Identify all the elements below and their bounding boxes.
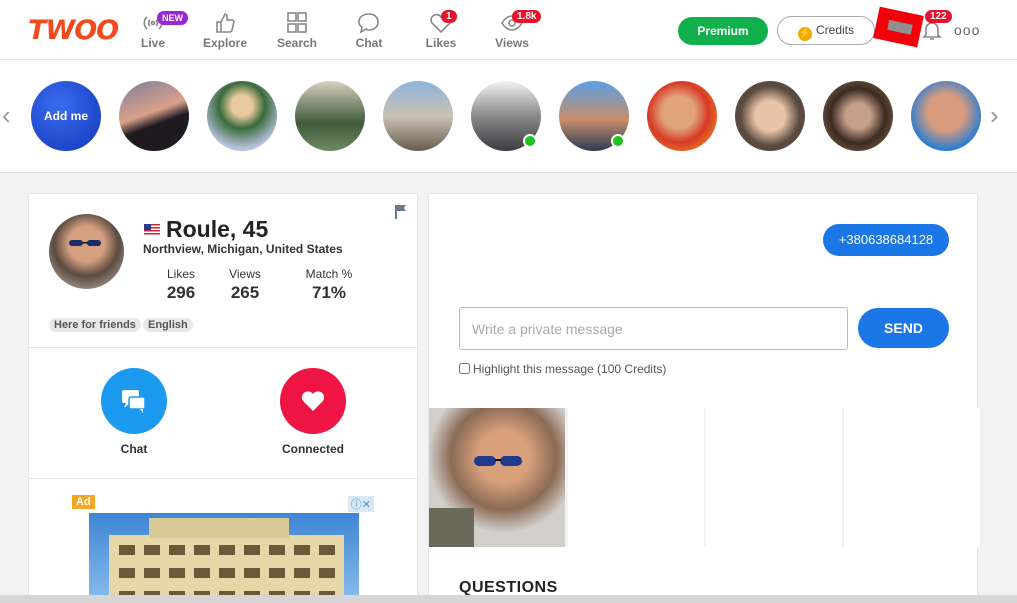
send-button[interactable]: SEND [858,308,949,348]
divider [29,478,417,479]
connected-action[interactable]: Connected [273,368,353,456]
us-flag-icon [144,224,160,235]
story-avatar[interactable] [383,81,453,151]
stat-label: Likes [166,267,195,281]
lightning-icon: ⚡ [797,27,812,41]
connected-action-label: Connected [281,442,344,456]
tag-language: English [143,318,193,332]
add-me-story[interactable]: Add me [31,81,101,151]
stories-row: ‹ Add me › [0,60,1017,173]
nav-explore[interactable]: Explore [195,12,255,50]
tag-intent: Here for friends [49,318,141,332]
profile-name: Roule, 45 [166,216,269,242]
nav-label-chat: Chat [355,36,383,50]
photo-placeholder [706,408,842,547]
stat-value: 296 [166,283,196,302]
chat-action-label: Chat [120,442,148,456]
stories-next-arrow[interactable]: › [990,100,999,131]
story-avatar[interactable] [647,81,717,151]
more-options-icon[interactable]: ooo [954,22,980,38]
notifications-badge: 122 [925,10,952,23]
nav-chat[interactable]: Chat [339,12,399,50]
story-avatar[interactable] [735,81,805,151]
credits-label: Credits [815,23,854,37]
nav-label-search: Search [276,36,318,50]
profile-card: Roule, 45 Northview, Michigan, United St… [28,193,418,603]
advertisement[interactable]: Ad ⓘ✕ [72,495,375,603]
heart-icon [301,391,325,411]
new-badge: NEW [157,11,188,25]
divider [29,347,417,348]
stat-label: Views [229,267,261,281]
private-message-input[interactable] [459,307,848,350]
redacted-area [873,6,924,48]
nav-likes[interactable]: 1 Likes [411,10,471,50]
nav-live[interactable]: NEW Live [123,11,188,50]
browser-bottom-bar [0,595,1017,603]
chat-bubble-icon [339,12,399,34]
nav-label-views: Views [495,36,529,50]
online-indicator [611,134,625,148]
chat-icon [122,390,146,413]
conversation-panel: +380638684128 SEND Highlight this messag… [428,193,980,603]
stat-views: Views 265 [222,267,268,303]
profile-location: Northview, Michigan, United States [143,242,343,256]
stat-value: 265 [230,283,260,302]
photo-placeholder [568,408,704,547]
story-avatar[interactable] [823,81,893,151]
story-avatar[interactable] [911,81,981,151]
top-navigation: TWOO NEW Live Explore Search Chat 1 Like… [0,0,1017,60]
grid-icon [267,12,327,34]
nav-search[interactable]: Search [267,12,327,50]
story-avatar[interactable] [207,81,277,151]
profile-photo[interactable] [429,408,565,547]
premium-button[interactable]: Premium [678,17,768,45]
thumbs-up-icon [195,12,255,34]
credits-button[interactable]: ⚡ Credits [777,16,875,45]
nav-views[interactable]: 1.8k Views [482,10,542,50]
stat-value: 71% [311,283,347,302]
nav-label-live: Live [140,36,165,50]
story-avatar[interactable] [295,81,365,151]
nav-label-likes: Likes [425,36,457,50]
online-indicator [523,134,537,148]
highlight-checkbox[interactable] [459,363,470,374]
highlight-option[interactable]: Highlight this message (100 Credits) [459,362,666,376]
nav-label-explore: Explore [202,36,247,50]
chat-action[interactable]: Chat [94,368,174,456]
story-avatar[interactable] [119,81,189,151]
connected-action-button[interactable] [280,368,346,434]
twoo-logo[interactable]: TWOO [28,15,119,46]
phone-number-bubble[interactable]: +380638684128 [823,224,949,256]
photo-placeholder [844,408,980,547]
ad-label: Ad [72,495,95,509]
highlight-label: Highlight this message (100 Credits) [473,362,667,376]
stat-label: Match % [305,267,353,281]
ad-info-close-icon[interactable]: ⓘ✕ [347,496,374,512]
views-badge: 1.8k [512,10,542,23]
photo-strip [429,408,980,547]
stat-likes: Likes 296 [159,267,203,303]
stories-prev-arrow[interactable]: ‹ [2,100,11,131]
likes-badge: 1 [441,10,457,23]
report-flag-icon[interactable] [394,204,408,225]
ad-image[interactable] [89,513,359,603]
profile-avatar[interactable] [49,214,124,289]
stat-match: Match % 71% [299,267,359,303]
chat-action-button[interactable] [101,368,167,434]
